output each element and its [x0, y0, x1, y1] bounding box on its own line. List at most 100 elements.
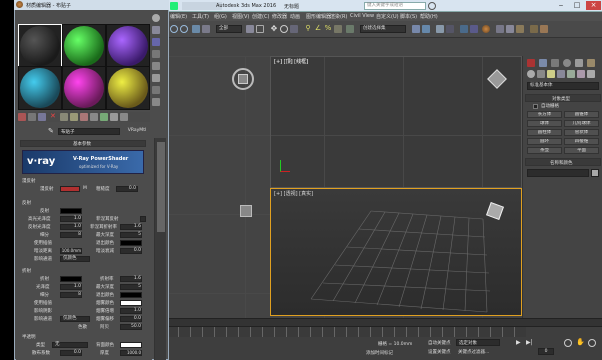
put-to-library-icon[interactable] — [70, 113, 78, 121]
menu-item-create[interactable]: 创建(C) — [252, 13, 269, 20]
menu-item-modifiers[interactable]: 修改器 — [272, 13, 287, 20]
fresnel-checkbox[interactable] — [140, 216, 146, 222]
fog-color-swatch[interactable] — [120, 300, 142, 306]
set-key-button[interactable]: 设置关键点 — [428, 349, 451, 355]
affect-ch2-dropdown[interactable]: 仅颜色 — [60, 316, 90, 322]
utilities-tab-icon[interactable] — [587, 59, 595, 67]
mirror-icon[interactable] — [412, 25, 420, 33]
scatter-field[interactable]: 0.0 — [60, 350, 82, 356]
exit-color2-swatch[interactable] — [120, 292, 142, 298]
object-name-field[interactable] — [527, 169, 589, 177]
object-color-swatch[interactable] — [591, 169, 599, 177]
video-color-check-icon[interactable] — [152, 62, 160, 70]
type-dropdown[interactable]: 无 — [52, 342, 88, 348]
object-cone-button[interactable]: 圆锥体 — [564, 111, 599, 118]
rollout-basic-params-header[interactable]: 基本参数 — [20, 140, 146, 147]
max-depth-field[interactable]: 5 — [120, 232, 142, 238]
render-setup-icon[interactable] — [496, 25, 504, 33]
shapes-icon[interactable] — [537, 70, 545, 78]
get-material-icon[interactable] — [18, 113, 26, 121]
add-time-tag-button[interactable]: 添加时间标记 — [366, 350, 393, 356]
spinner-snap-icon[interactable] — [334, 25, 342, 33]
material-slot-6[interactable] — [106, 66, 150, 110]
select-by-material-icon[interactable] — [152, 98, 160, 106]
dim-distance-field[interactable]: 100.0mm — [60, 248, 82, 254]
menu-item-group[interactable]: 组(G) — [214, 13, 227, 20]
percent-snap-icon[interactable]: % — [324, 25, 332, 33]
object-pyramid-button[interactable]: 四棱锥 — [564, 138, 599, 145]
minimize-button[interactable]: ‒ — [554, 1, 568, 10]
reflect-color-swatch[interactable] — [60, 208, 82, 214]
zoom-icon[interactable] — [564, 339, 572, 347]
go-to-parent-icon[interactable] — [110, 113, 118, 121]
auto-grid-checkbox[interactable] — [533, 104, 538, 109]
menu-item-views[interactable]: 视图(V) — [232, 13, 249, 20]
edit-named-selection-icon[interactable] — [346, 25, 354, 33]
pan-icon[interactable]: ✋ — [576, 339, 585, 347]
time-slider[interactable] — [166, 319, 602, 327]
systems-icon[interactable] — [587, 70, 595, 78]
object-plane-button[interactable]: 平面 — [564, 147, 599, 154]
close-button[interactable]: × — [586, 1, 601, 10]
reset-map-icon[interactable]: ✕ — [50, 113, 58, 121]
object-torus-button[interactable]: 圆环 — [527, 138, 562, 145]
menu-item-customize[interactable]: 自定义(U) — [376, 13, 399, 20]
motion-tab-icon[interactable] — [563, 59, 571, 67]
small-box-object-icon[interactable] — [240, 205, 252, 217]
assign-material-icon[interactable] — [38, 113, 46, 121]
subdivs-field[interactable]: 8 — [60, 232, 82, 238]
graphite-icon[interactable] — [446, 25, 454, 33]
material-editor-scroll-thumb[interactable] — [157, 142, 165, 232]
material-id-icon[interactable] — [80, 113, 88, 121]
current-frame-field[interactable]: 0 — [538, 348, 554, 355]
material-slot-2[interactable] — [62, 24, 106, 68]
orbit-icon[interactable] — [588, 339, 596, 347]
eyedropper-icon[interactable]: ✎ — [48, 128, 56, 136]
show-end-result-icon[interactable] — [100, 113, 108, 121]
make-unique-icon[interactable] — [60, 113, 68, 121]
sample-uv-icon[interactable] — [152, 50, 160, 58]
object-box-button[interactable]: 长方体 — [527, 111, 562, 118]
go-forward-sibling-icon[interactable] — [120, 113, 128, 121]
rotate-icon[interactable] — [280, 25, 288, 33]
background-icon[interactable] — [152, 38, 160, 46]
search-input[interactable]: 键入关键字或短语 — [364, 2, 426, 10]
back-color-swatch[interactable] — [120, 342, 142, 348]
exit-color-swatch[interactable] — [120, 240, 142, 246]
category-dropdown[interactable]: 标准基本体 — [527, 82, 599, 90]
fog-mult-field[interactable]: 1.0 — [120, 308, 142, 314]
thickness-field[interactable]: 1000.0 — [120, 350, 142, 356]
abbe-field[interactable]: 50.0 — [120, 324, 142, 330]
material-slot-1[interactable] — [18, 24, 62, 68]
key-filters-button[interactable]: 关键点过滤器... — [458, 349, 489, 355]
diffuse-color-swatch[interactable] — [60, 186, 80, 192]
lights-icon[interactable] — [547, 70, 555, 78]
make-preview-icon[interactable] — [152, 74, 160, 82]
material-editor-icon[interactable] — [482, 25, 490, 33]
affect-channels-dropdown[interactable]: 仅颜色 — [60, 256, 90, 262]
menu-item-help[interactable]: 帮助(H) — [420, 13, 438, 20]
menu-item-graph-editors[interactable]: 图形编辑器 — [306, 13, 331, 20]
rollout-object-type-header[interactable]: 对象类型 — [525, 94, 601, 102]
material-name-field[interactable]: 布贴子 — [58, 128, 120, 135]
named-selection-set-dropdown[interactable]: 创建选择集 — [360, 25, 406, 33]
object-sphere-button[interactable]: 球体 — [527, 120, 562, 127]
fresnel-ior-field[interactable]: 1.6 — [120, 224, 142, 230]
next-frame-icon[interactable]: ▶| — [526, 339, 534, 347]
hierarchy-tab-icon[interactable] — [551, 59, 559, 67]
auto-key-button[interactable]: 自动关键点 — [428, 340, 451, 346]
timeline-ruler[interactable] — [166, 327, 526, 337]
backlight-icon[interactable] — [152, 26, 160, 34]
menu-item-edit[interactable]: 编辑(E) — [170, 13, 187, 20]
cameras-icon[interactable] — [557, 70, 565, 78]
fog-bias-field[interactable]: 0.0 — [120, 316, 142, 322]
refl-gloss-field[interactable]: 1.0 — [60, 224, 82, 230]
gloss-field[interactable]: 1.0 — [60, 284, 82, 290]
material-slot-5[interactable] — [62, 66, 106, 110]
ior-field[interactable]: 1.6 — [120, 276, 142, 282]
menu-item-scripting[interactable]: 脚本(S) — [400, 13, 417, 20]
selected-dropdown[interactable]: 选定对象 — [456, 339, 500, 346]
redo-icon[interactable] — [180, 25, 188, 33]
object-tube-button[interactable]: 管状体 — [564, 129, 599, 136]
display-tab-icon[interactable] — [575, 59, 583, 67]
